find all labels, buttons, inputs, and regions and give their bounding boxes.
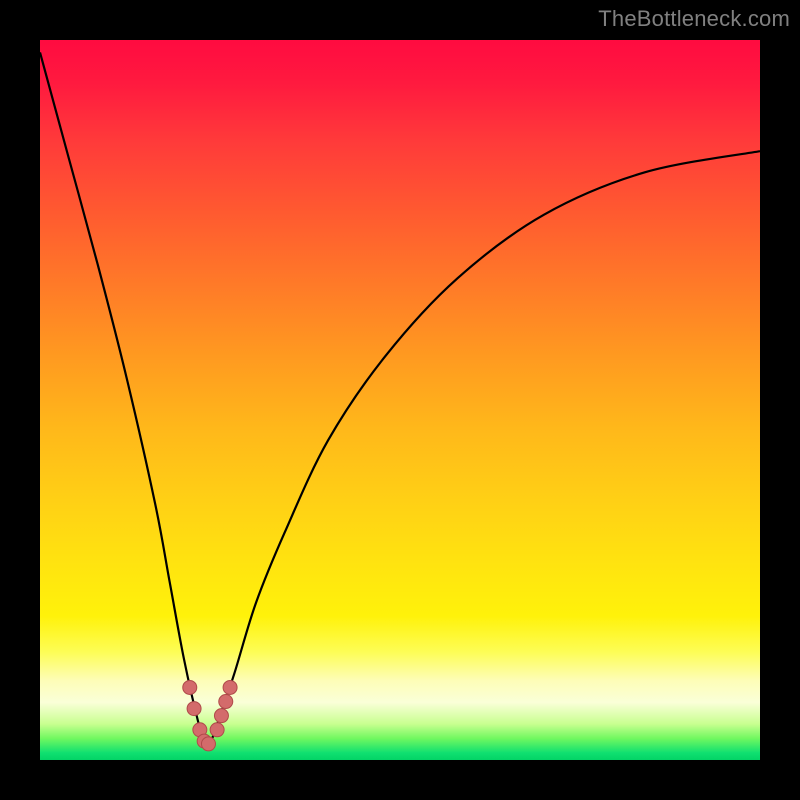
bottleneck-curve <box>40 52 760 744</box>
chart-svg <box>40 40 760 760</box>
chart-frame: TheBottleneck.com <box>0 0 800 800</box>
marker-dot <box>187 702 201 716</box>
plot-area <box>40 40 760 760</box>
marker-dot <box>223 680 237 694</box>
min-markers <box>183 680 237 750</box>
watermark-text: TheBottleneck.com <box>598 6 790 32</box>
marker-dot <box>183 680 197 694</box>
marker-dot <box>214 709 228 723</box>
marker-dot <box>210 723 224 737</box>
marker-dot <box>201 737 215 751</box>
marker-dot <box>219 695 233 709</box>
